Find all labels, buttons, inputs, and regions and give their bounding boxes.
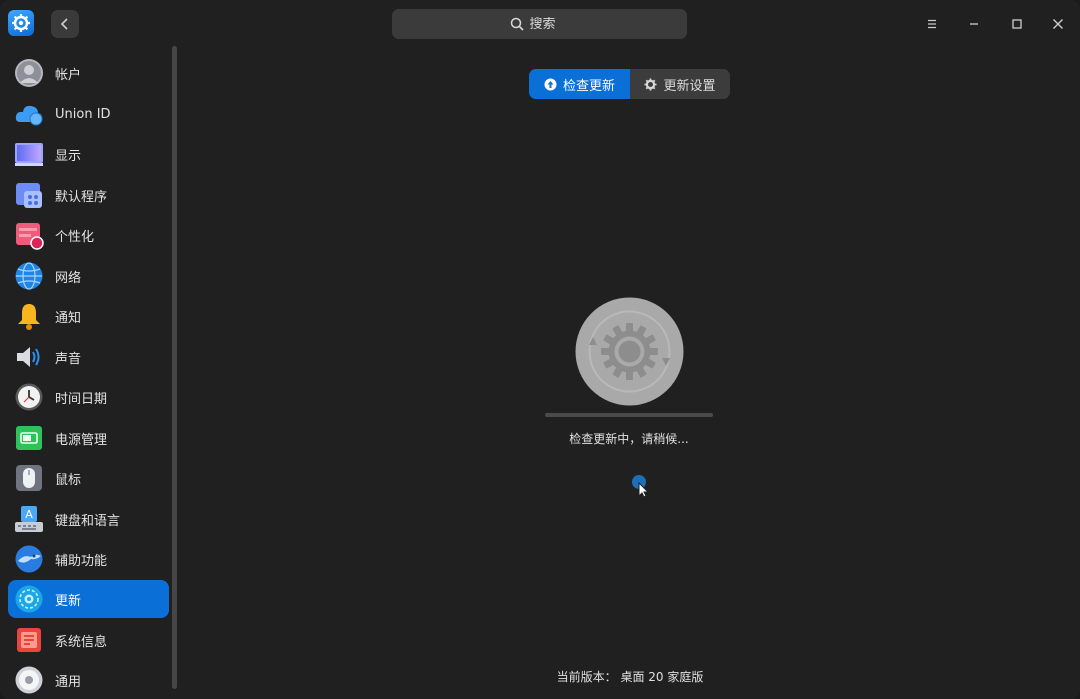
tab-check-updates[interactable]: 检查更新 [529,69,630,99]
sidebar-item-label: 显示 [55,148,82,164]
minimize-icon [970,23,978,25]
sidebar-item-label: Union ID [55,106,111,122]
sidebar-item-label: 通用 [55,674,82,690]
search-input[interactable] [529,16,570,32]
checking-update-gear-icon [575,297,684,406]
sidebar-item-general[interactable]: 通用 [8,661,169,699]
sidebar-item-mouse[interactable]: 鼠标 [8,459,169,497]
sidebar-scrollbar[interactable] [172,46,177,689]
arrow-up-circle-icon [544,78,557,90]
system-info-icon [17,628,41,652]
sidebar-item-default-apps[interactable]: 默认程序 [8,176,169,214]
sidebar-item-label: 声音 [55,351,82,367]
account-icon [15,59,43,87]
speaker-icon [17,347,40,367]
close-icon [1053,19,1063,29]
title-bar [0,0,1080,46]
personalization-icon [16,223,44,250]
sidebar-item-label: 帐户 [55,67,82,83]
sidebar-item-label: 个性化 [55,229,95,245]
accessibility-icon [15,545,43,573]
cloud-icon [15,105,43,126]
general-icon [15,666,43,694]
keyboard-icon: A [15,506,43,532]
sidebar-item-label: 电源管理 [55,432,108,448]
sidebar-item-label: 时间日期 [55,391,108,407]
settings-window: 帐户 Union ID 显示 默认程序 [0,0,1080,699]
network-icon [15,262,43,290]
display-icon [15,143,43,166]
bell-icon [18,304,40,330]
busy-cursor-icon [632,475,650,498]
maximize-button[interactable] [1005,12,1029,36]
tab-update-settings[interactable]: 更新设置 [630,69,730,99]
sidebar-item-account[interactable]: 帐户 [8,54,169,92]
svg-text:A: A [25,508,33,521]
sidebar-item-union-id[interactable]: Union ID [8,95,169,133]
sidebar-item-network[interactable]: 网络 [8,257,169,295]
sidebar-item-system-info[interactable]: 系统信息 [8,621,169,659]
sidebar-item-notification[interactable]: 通知 [8,297,169,335]
sidebar-item-label: 键盘和语言 [55,513,121,529]
sidebar-item-update[interactable]: 更新 [8,580,169,618]
back-button[interactable] [51,10,79,38]
sidebar-item-label: 通知 [55,310,82,326]
sidebar-item-label: 更新 [55,593,82,609]
default-apps-icon [16,183,42,208]
menu-icon [928,19,936,29]
search-box[interactable] [392,9,687,39]
menu-button[interactable] [920,12,944,36]
maximize-icon [1012,19,1022,29]
update-tab-switcher: 检查更新 更新设置 [529,69,730,99]
close-button[interactable] [1046,12,1070,36]
gear-icon [644,78,657,90]
sidebar-item-label: 网络 [55,270,82,286]
sidebar: 帐户 Union ID 显示 默认程序 个性化 网络 通知 声音 时间日期 电源… [0,46,180,699]
sidebar-item-keyboard[interactable]: A 键盘和语言 [8,500,169,538]
chevron-left-icon [60,18,68,30]
tab-label: 更新设置 [663,78,716,94]
sidebar-item-sound[interactable]: 声音 [8,338,169,376]
sidebar-item-label: 辅助功能 [55,553,108,569]
battery-icon [16,426,42,450]
sidebar-item-label: 默认程序 [55,189,108,205]
update-status-text: 检查更新中，请稍候... [569,432,689,446]
sidebar-item-power[interactable]: 电源管理 [8,419,169,457]
mouse-icon [16,465,42,491]
update-icon [15,585,43,613]
search-icon [510,17,524,31]
sidebar-item-display[interactable]: 显示 [8,135,169,173]
sidebar-item-datetime[interactable]: 时间日期 [8,378,169,416]
settings-app-icon [8,10,34,36]
minimize-button[interactable] [962,12,986,36]
sidebar-item-personalization[interactable]: 个性化 [8,216,169,254]
tab-label: 检查更新 [562,78,615,94]
sidebar-item-label: 鼠标 [55,472,82,488]
clock-icon [15,383,43,411]
sidebar-item-label: 系统信息 [55,634,108,650]
update-progress-bar [545,413,713,417]
current-version-text: 当前版本： 桌面 20 家庭版 [556,670,704,684]
sidebar-item-accessibility[interactable]: 辅助功能 [8,540,169,578]
